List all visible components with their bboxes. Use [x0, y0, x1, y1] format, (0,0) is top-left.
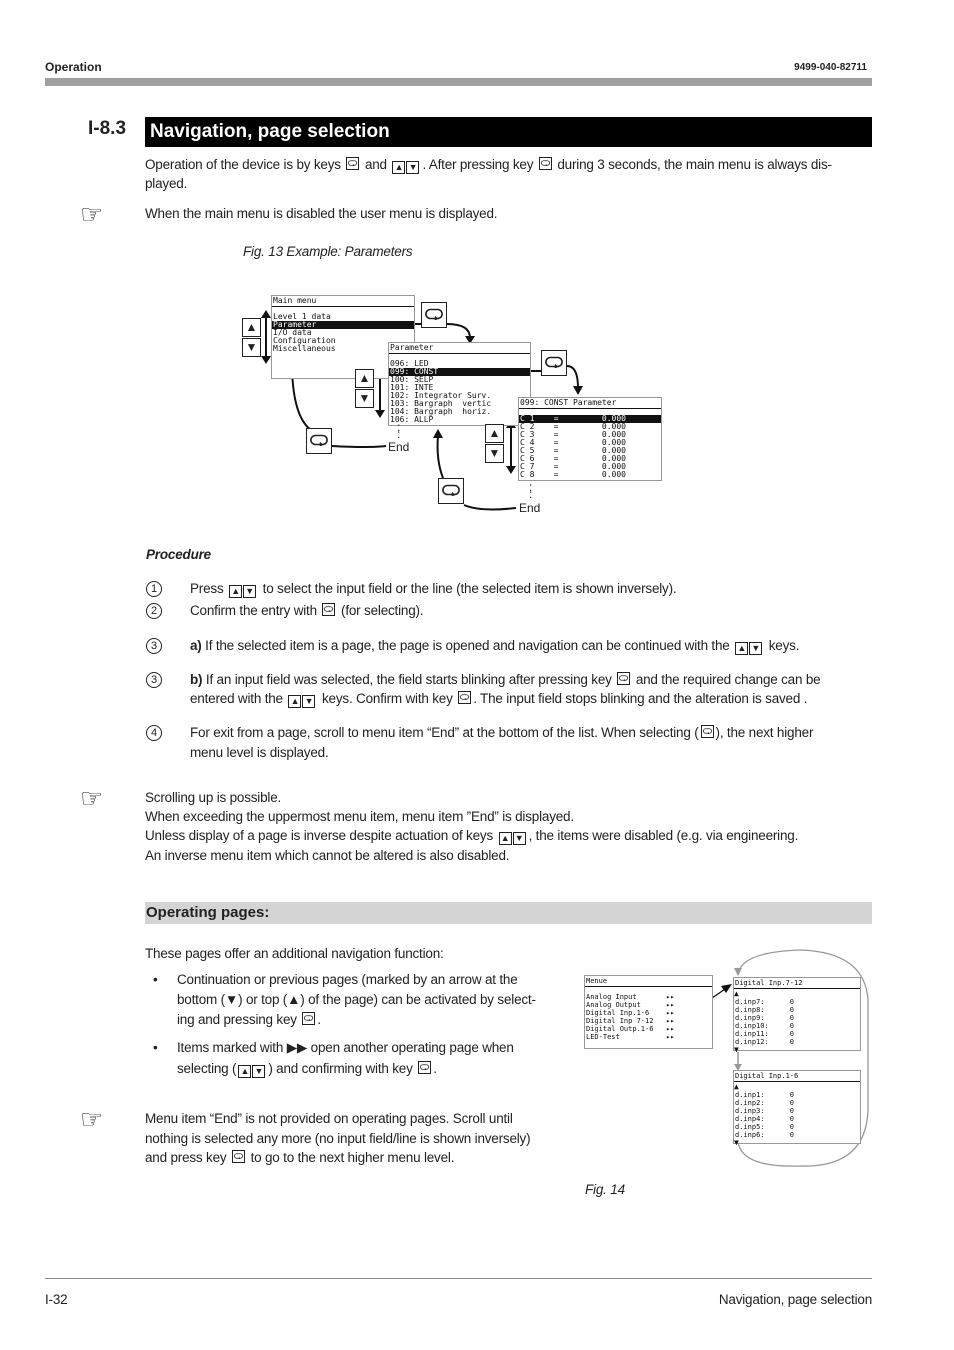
scroll-down-arrow-icon: ▼ [734, 1138, 739, 1147]
lcd-row: Digital Inp 7-12 ▸▸ [586, 1017, 675, 1025]
lcd-row: d.inp9: 0 [735, 1014, 795, 1022]
manual-page: Operation 9499-040-82711 I-8.3 Navigatio… [0, 0, 954, 1350]
lcd-row: d.inp8: 0 [735, 1006, 795, 1014]
page-number: I-32 [45, 1292, 68, 1307]
lcd-row: d.inp5: 0 [735, 1123, 795, 1131]
lcd-digital-inp-1-6: Digital Inp.1-6 ▲ d.inp1: 0 d.inp2: 0 d.inp… [733, 1070, 861, 1147]
lcd-row: Digital Outp.1-6 ▸▸ [586, 1025, 675, 1033]
lcd-row: d.inp7: 0 [735, 998, 795, 1006]
lcd-title: Digital Inp.1-6 [734, 1071, 860, 1082]
lcd-row: d.inp12: 0 [735, 1038, 795, 1046]
fig14-caption: Fig. 14 [585, 1182, 625, 1197]
lcd-row: d.inp2: 0 [735, 1099, 795, 1107]
lcd-row: d.inp10: 0 [735, 1022, 795, 1030]
lcd-menue: Menue Analog Input ▸▸ Analog Output ▸▸ Digi… [584, 975, 713, 1049]
footer-section-title: Navigation, page selection [718, 1292, 872, 1307]
lcd-row: LED-Test ▸▸ [586, 1033, 675, 1041]
lcd-title: Digital Inp.7-12 [734, 978, 860, 989]
lcd-row: Analog Output ▸▸ [586, 1001, 675, 1009]
lcd-row: Digital Inp.1-6 ▸▸ [586, 1009, 675, 1017]
scroll-up-arrow-icon: ▲ [734, 989, 739, 998]
lcd-title: Menue [585, 976, 712, 987]
scroll-down-arrow-icon: ▼ [734, 1045, 739, 1054]
lcd-digital-inp-7-12: Digital Inp.7-12 ▲ d.inp7: 0 d.inp8: 0 d.in… [733, 977, 861, 1054]
lcd-row: d.inp11: 0 [735, 1030, 795, 1038]
lcd-row: d.inp3: 0 [735, 1107, 795, 1115]
scroll-up-arrow-icon: ▲ [734, 1082, 739, 1091]
lcd-row: d.inp6: 0 [735, 1131, 795, 1139]
lcd-row: d.inp4: 0 [735, 1115, 795, 1123]
lcd-row: d.inp1: 0 [735, 1091, 795, 1099]
footer-rule [45, 1278, 872, 1279]
lcd-row: Analog Input ▸▸ [586, 993, 675, 1001]
